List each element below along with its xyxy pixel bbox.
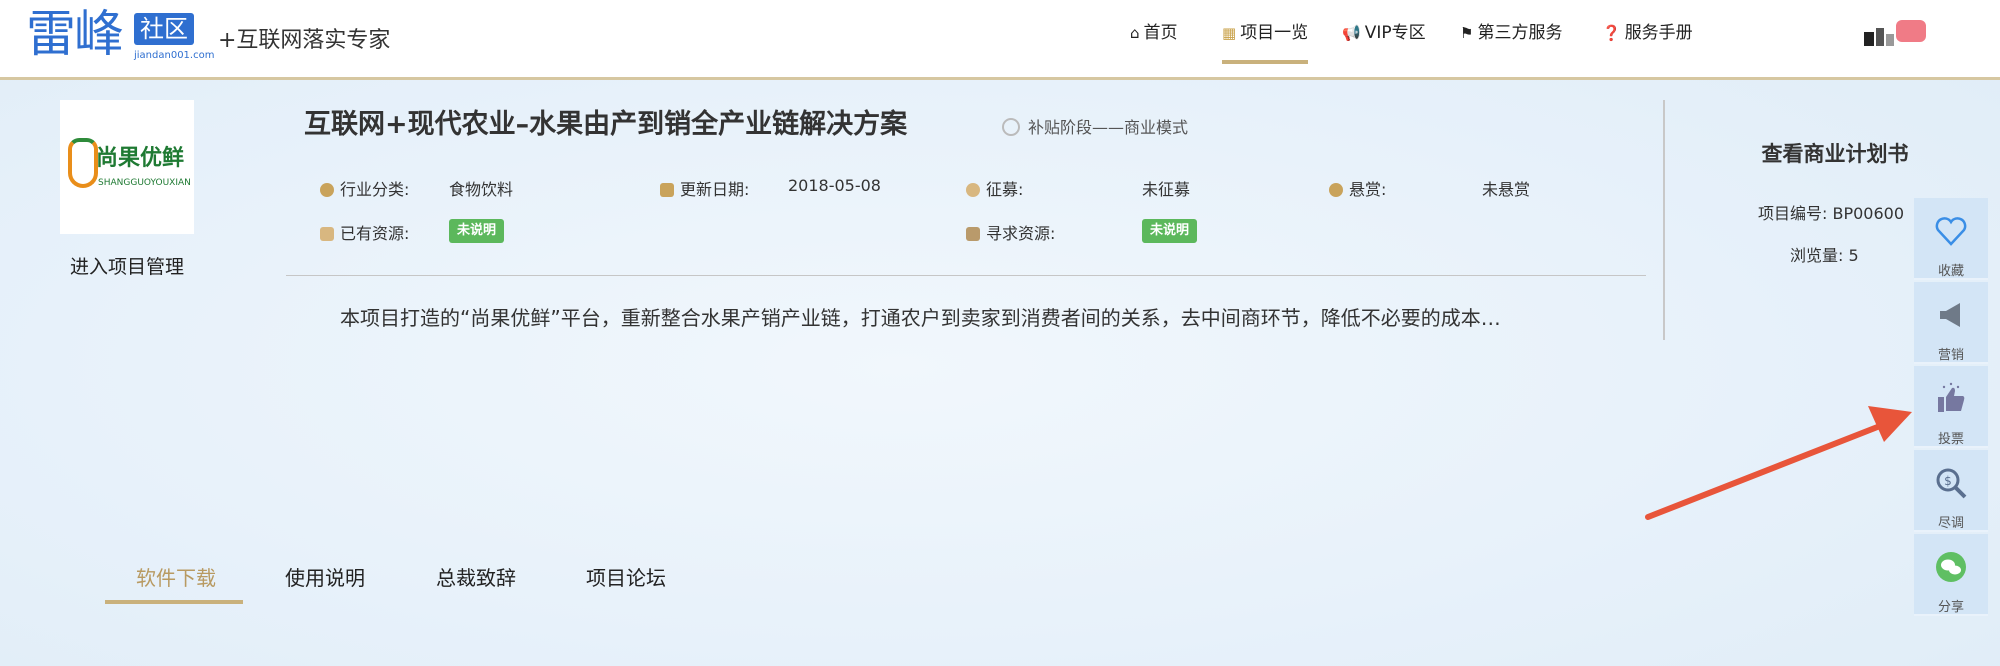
megaphone-icon: 📢 — [1342, 24, 1361, 42]
nav-item-vip[interactable]: 📢 VIP专区 — [1342, 22, 1426, 60]
question-icon: ❓ — [1602, 24, 1621, 42]
logo-url: jiandan001.com — [134, 50, 215, 61]
side-toolbar: 收藏 营销 投票 $ 尽调 分享 — [1914, 198, 1988, 620]
view-count: 浏览量: 5 — [1790, 246, 1859, 265]
divider — [1663, 100, 1665, 340]
project-number: 项目编号: BP00600 — [1758, 204, 1905, 223]
manage-project-link[interactable]: 进入项目管理 — [60, 252, 194, 279]
nav-item-manual[interactable]: ❓ 服务手册 — [1602, 22, 1693, 60]
grid-icon: ▦ — [1222, 24, 1237, 42]
collect-value: 未征募 — [1142, 180, 1191, 199]
status-badge: 未说明 — [449, 219, 505, 243]
nav-item-label: 第三方服务 — [1477, 23, 1563, 43]
project-title: 互联网+现代农业–水果由产到销全产业链解决方案 — [304, 109, 908, 140]
side-label: 分享 — [1937, 600, 1964, 615]
site-logo[interactable]: 雷峰 社区 jiandan001.com — [26, 6, 214, 66]
have-resources-label: 已有资源: — [340, 224, 410, 243]
project-logo-text: 尚果优鲜 — [96, 146, 185, 171]
svg-text:$: $ — [1944, 474, 1952, 488]
site-slogan: +互联网落实专家 — [218, 28, 391, 53]
nav-item-label: 首页 — [1143, 23, 1178, 43]
divider — [286, 275, 1646, 276]
logo-badge: 社区 — [134, 13, 194, 45]
side-label: 尽调 — [1937, 516, 1964, 531]
box-icon — [966, 227, 980, 241]
nav-item-home[interactable]: ⌂ 首页 — [1130, 22, 1178, 60]
project-logo[interactable]: 尚果优鲜 SHANGGUOYOUXIAN — [60, 100, 194, 234]
marketing-button[interactable]: 营销 — [1914, 282, 1988, 364]
tab-software-download[interactable]: 软件下载 — [136, 562, 216, 591]
collect-label: 征募: — [986, 180, 1024, 199]
due-diligence-button[interactable]: $ 尽调 — [1914, 450, 1988, 532]
industry-value: 食物饮料 — [449, 180, 514, 199]
nav-item-label: VIP专区 — [1364, 23, 1426, 43]
magnifier-icon: $ — [1936, 468, 1967, 499]
fruit-icon — [68, 138, 98, 188]
update-field: 更新日期: — [660, 176, 749, 200]
seek-resources-field: 寻求资源: — [966, 220, 1055, 244]
clock-icon — [1002, 118, 1020, 136]
share-button[interactable]: 分享 — [1914, 534, 1988, 616]
status-badge: 未说明 — [1142, 219, 1198, 243]
project-description: 本项目打造的“尚果优鲜”平台，重新整合水果产销产业链，打通农户到卖家到消费者间的… — [340, 306, 1501, 330]
reward-label: 悬赏: — [1349, 180, 1387, 199]
calendar-icon — [660, 183, 674, 197]
top-header: 雷峰 社区 jiandan001.com +互联网落实专家 ⌂ 首页 ▦ 项目一… — [0, 0, 2000, 80]
thumbs-up-icon — [1938, 382, 1965, 412]
megaphone-icon — [1940, 303, 1960, 327]
view-business-plan-link[interactable]: 查看商业计划书 — [1720, 138, 1950, 168]
nav-item-label: 项目一览 — [1240, 23, 1309, 43]
industry-label: 行业分类: — [340, 180, 410, 199]
reward-value: 未悬赏 — [1482, 180, 1531, 199]
industry-field: 行业分类: — [320, 176, 409, 200]
nav-item-third-party[interactable]: ⚑ 第三方服务 — [1460, 22, 1562, 60]
seek-resources-label: 寻求资源: — [986, 224, 1056, 243]
nav-item-label: 服务手册 — [1624, 23, 1693, 43]
wechat-icon — [1936, 552, 1966, 582]
vote-button[interactable]: 投票 — [1914, 366, 1988, 448]
basketball-icon — [966, 183, 980, 197]
reward-field: 悬赏: — [1329, 176, 1386, 200]
favorite-button[interactable]: 收藏 — [1914, 198, 1988, 280]
side-label: 投票 — [1937, 432, 1964, 447]
stage-text: 补贴阶段——商业模式 — [1028, 118, 1189, 137]
collect-field: 征募: — [966, 176, 1023, 200]
tab-usage-instructions[interactable]: 使用说明 — [285, 562, 365, 591]
folder-icon — [320, 227, 334, 241]
update-label: 更新日期: — [680, 180, 750, 199]
update-value: 2018-05-08 — [788, 176, 881, 195]
side-label: 营销 — [1937, 348, 1964, 363]
pie-icon — [320, 183, 334, 197]
side-label: 收藏 — [1937, 264, 1964, 279]
have-resources-field: 已有资源: — [320, 220, 409, 244]
nav-item-projects[interactable]: ▦ 项目一览 — [1222, 22, 1309, 64]
home-icon: ⌂ — [1130, 24, 1140, 42]
project-logo-subtext: SHANGGUOYOUXIAN — [98, 178, 191, 188]
avatar[interactable] — [1862, 20, 1926, 50]
active-tab-indicator — [105, 600, 243, 604]
tab-ceo-speech[interactable]: 总裁致辞 — [436, 562, 516, 591]
tab-project-forum[interactable]: 项目论坛 — [586, 562, 666, 591]
flag-icon: ⚑ — [1460, 24, 1474, 42]
coin-icon — [1329, 183, 1343, 197]
heart-icon — [1935, 217, 1967, 246]
logo-main-text: 雷峰 — [26, 5, 124, 63]
project-stage: 补贴阶段——商业模式 — [1002, 114, 1188, 138]
